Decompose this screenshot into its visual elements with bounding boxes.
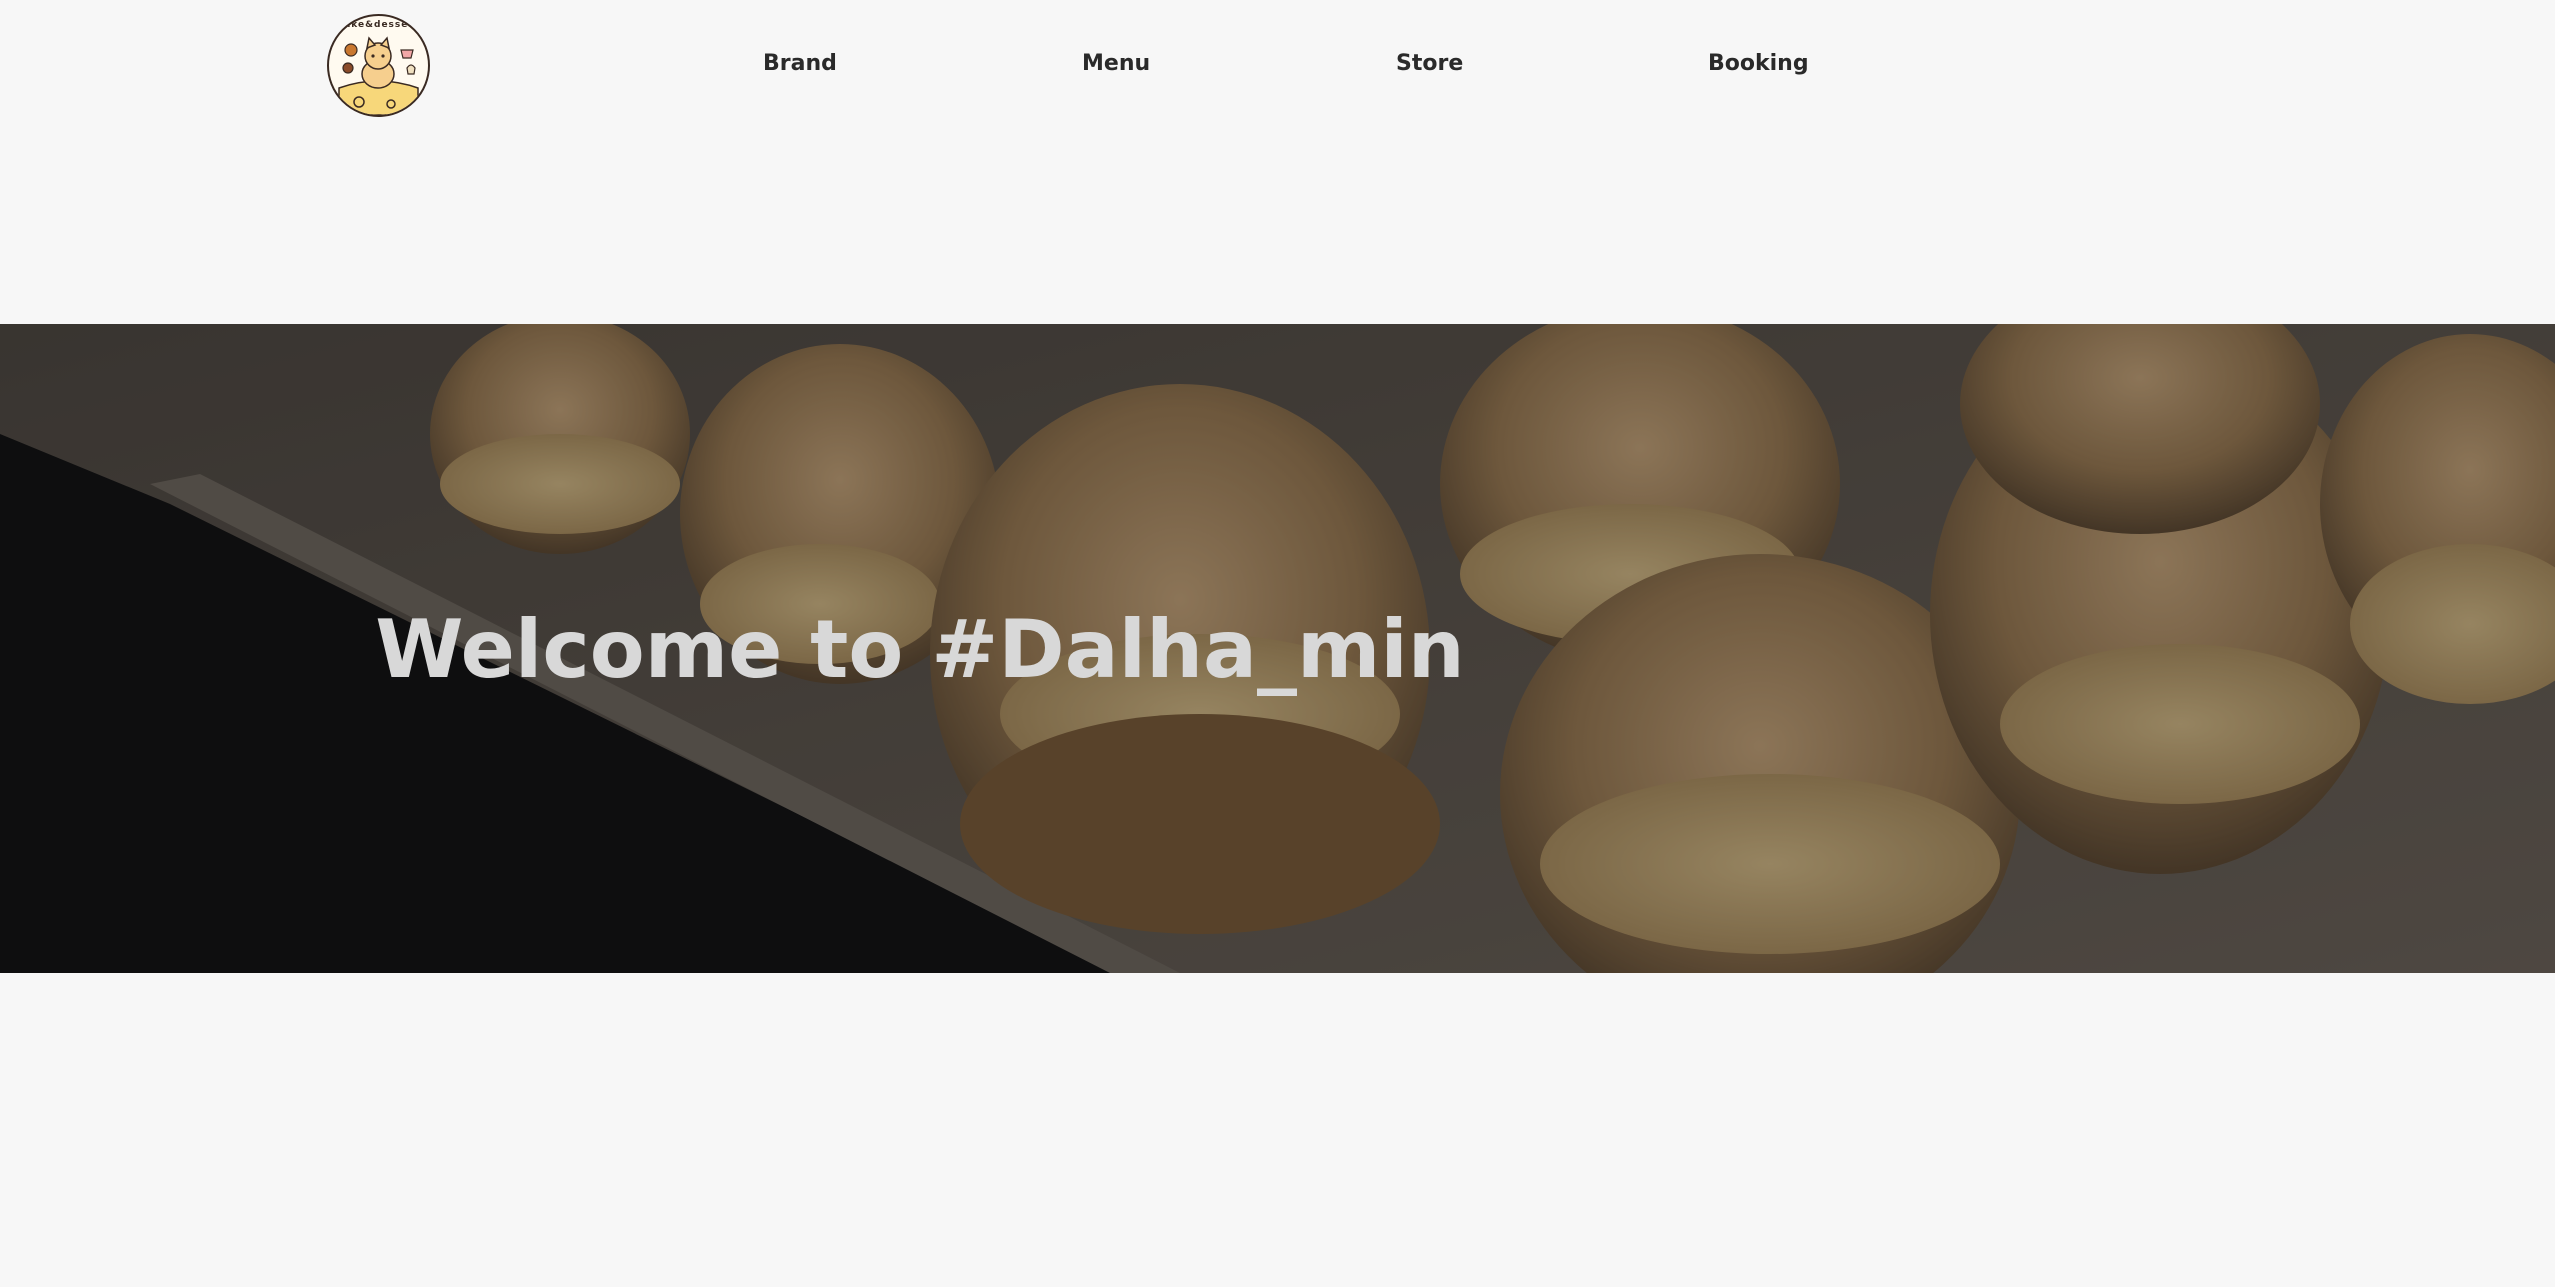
nav-link-booking[interactable]: Booking bbox=[1708, 44, 1809, 84]
nav-link-store[interactable]: Store bbox=[1396, 44, 1463, 84]
site-header: cake&dessert Brand Menu Store Booking bbox=[0, 0, 2555, 130]
hero-title: Welcome to #Dalha_min bbox=[375, 603, 1465, 696]
hero-banner: Welcome to #Dalha_min bbox=[0, 324, 2555, 973]
nav-link-menu[interactable]: Menu bbox=[1082, 44, 1150, 84]
logo-text: cake&dessert bbox=[337, 20, 420, 30]
nav-link-brand[interactable]: Brand bbox=[763, 44, 837, 84]
logo[interactable]: cake&dessert bbox=[327, 14, 430, 117]
cat-mascot-logo-icon bbox=[338, 36, 419, 115]
